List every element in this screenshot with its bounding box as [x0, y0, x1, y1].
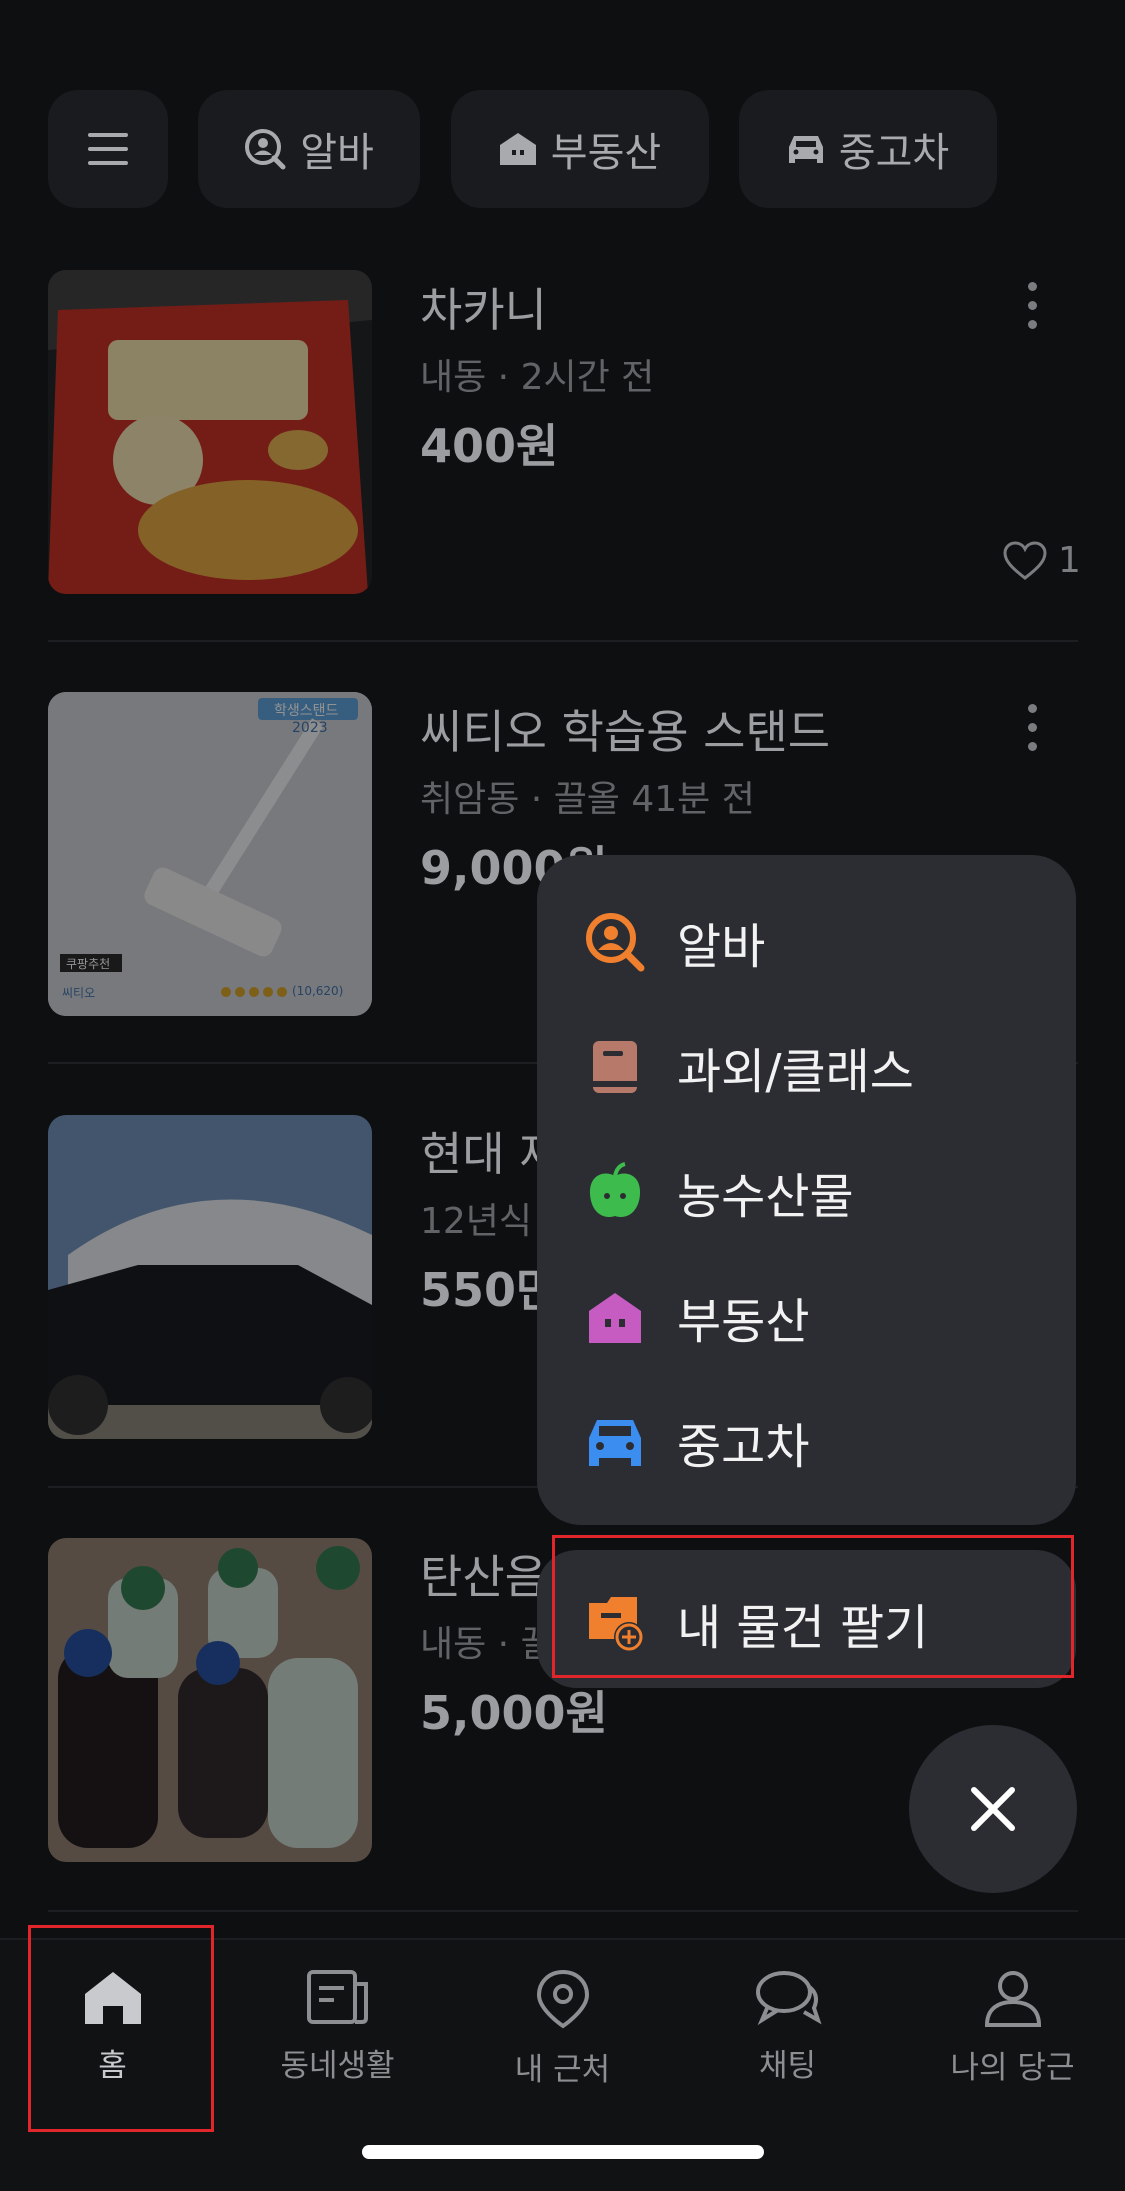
product-thumbnail: 학생스탠드 2023 쿠팡추천 씨티오 (10,620) — [48, 692, 372, 1016]
apple-icon — [589, 1162, 641, 1218]
house-icon — [499, 133, 536, 165]
listing-title: 차카니 — [420, 283, 547, 337]
book-icon — [593, 1041, 637, 1093]
listing-title: 탄산음 — [420, 1550, 547, 1604]
nav-nearby-label: 내 근처 — [514, 2052, 611, 2088]
hamburger-menu-button[interactable] — [48, 90, 168, 208]
alba-search-icon — [586, 913, 645, 972]
menu-item-label: 중고차 — [677, 1419, 810, 1475]
menu-item-usedcar[interactable]: 중고차 — [585, 1407, 809, 1477]
car-icon — [788, 136, 823, 163]
thumb-reviews: (10,620) — [292, 984, 344, 998]
thumb-coupang: 쿠팡추천 — [66, 957, 111, 971]
listing-meta: 취암동 · 끌올 41분 전 — [420, 779, 755, 820]
menu-item-label: 농수산물 — [677, 1169, 854, 1225]
menu-item-label: 과외/클래스 — [677, 1044, 914, 1100]
nav-chat[interactable]: 채팅 — [675, 1940, 900, 2140]
menu-item-label: 부동산 — [677, 1294, 810, 1350]
chip-usedcar-label: 중고차 — [838, 130, 950, 176]
divider — [48, 640, 1078, 642]
product-thumbnail — [48, 270, 372, 594]
location-pin-icon — [536, 1969, 589, 2029]
alba-search-icon — [245, 129, 286, 170]
newspaper-icon — [306, 1970, 368, 2024]
thumb-year: 2023 — [292, 720, 328, 736]
chip-usedcar[interactable]: 중고차 — [739, 90, 997, 208]
home-indicator — [362, 2145, 764, 2159]
like-count: 1 — [1002, 540, 1081, 581]
menu-item-realestate[interactable]: 부동산 — [585, 1282, 809, 1352]
listing-meta: 내동 · 끌 — [420, 1624, 554, 1665]
highlight-box — [552, 1535, 1074, 1678]
more-options-button[interactable] — [1028, 282, 1042, 339]
nav-my-profile[interactable]: 나의 당근 — [900, 1940, 1125, 2140]
chip-realestate-label: 부동산 — [550, 130, 662, 176]
listing-title: 씨티오 학습용 스탠드 — [420, 705, 831, 759]
chat-bubbles-icon — [755, 1971, 822, 2026]
chip-alba[interactable]: 알바 — [198, 90, 420, 208]
menu-item-tutoring[interactable]: 과외/클래스 — [585, 1032, 914, 1102]
hamburger-icon — [88, 133, 128, 165]
car-icon — [589, 1420, 641, 1466]
listing-price: 400원 — [420, 419, 559, 473]
highlight-box — [28, 1925, 214, 2132]
more-options-button[interactable] — [1028, 704, 1042, 761]
menu-item-farm-products[interactable]: 농수산물 — [585, 1157, 854, 1227]
close-menu-button[interactable] — [909, 1725, 1077, 1893]
product-thumbnail — [48, 1538, 372, 1862]
nav-nearby[interactable]: 내 근처 — [450, 1940, 675, 2140]
write-category-menu: 알바 과외/클래스 농수산물 부동산 중고차 — [537, 855, 1076, 1525]
person-icon — [984, 1971, 1041, 2027]
thumb-brand: 씨티오 — [62, 986, 96, 1000]
close-icon — [971, 1787, 1015, 1831]
listing-meta: 내동 · 2시간 전 — [420, 357, 655, 398]
chip-alba-label: 알바 — [300, 130, 374, 176]
nav-chat-label: 채팅 — [758, 2048, 817, 2084]
listing-meta: 12년식 — [420, 1201, 533, 1242]
heart-icon — [1003, 540, 1047, 580]
chip-realestate[interactable]: 부동산 — [451, 90, 709, 208]
nav-community-label: 동네생활 — [280, 2048, 395, 2084]
thumb-badge: 학생스탠드 — [274, 703, 339, 719]
house-icon — [589, 1293, 641, 1343]
divider — [48, 1910, 1078, 1912]
menu-item-alba[interactable]: 알바 — [585, 907, 765, 977]
nav-my-profile-label: 나의 당근 — [950, 2050, 1075, 2086]
product-thumbnail — [48, 1115, 372, 1439]
menu-item-label: 알바 — [677, 919, 766, 975]
nav-community[interactable]: 동네생활 — [225, 1940, 450, 2140]
